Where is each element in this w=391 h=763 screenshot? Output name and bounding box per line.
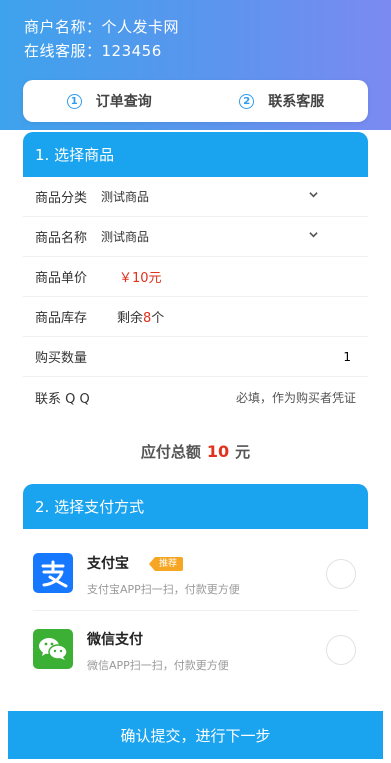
price-label: 商品单价 xyxy=(35,271,88,286)
wechat-desc: 微信APP扫一扫，付款更方便 xyxy=(87,659,229,672)
tab-order-query-label: 订单查询 xyxy=(95,94,152,110)
number-two-icon: 2 xyxy=(239,93,255,109)
chevron-down-icon xyxy=(309,192,318,198)
product-selection-card: 1. 选择商品 商品分类 测试商品 商品名称 测试商品 商品单价 ￥10元 商品… xyxy=(23,132,368,417)
total-amount: 应付总额 10 元 xyxy=(0,441,391,462)
section-title-product: 1. 选择商品 xyxy=(23,132,368,177)
category-select[interactable]: 商品分类 测试商品 xyxy=(23,177,368,217)
number-one-icon: 1 xyxy=(66,93,82,109)
qq-input-placeholder[interactable]: 必填，作为购买者凭证 xyxy=(236,389,356,406)
section-title-payment: 2. 选择支付方式 xyxy=(23,484,368,529)
submit-button[interactable]: 确认提交，进行下一步 xyxy=(8,711,383,759)
product-value: 测试商品 xyxy=(101,230,150,244)
alipay-radio[interactable] xyxy=(326,559,356,589)
payment-option-alipay[interactable]: 支付宝 推荐 支付宝APP扫一扫，付款更方便 xyxy=(33,535,358,611)
wechat-icon xyxy=(33,629,73,669)
stock-row: 商品库存 剩余8个 xyxy=(23,297,368,337)
price-row: 商品单价 ￥10元 xyxy=(23,257,368,297)
wechat-radio[interactable] xyxy=(326,635,356,665)
chevron-down-icon xyxy=(309,232,318,238)
stock-label: 商品库存 xyxy=(35,311,88,326)
alipay-desc: 支付宝APP扫一扫，付款更方便 xyxy=(87,583,240,596)
merchant-name: 商户名称：个人发卡网 xyxy=(24,18,180,36)
tab-order-query[interactable]: 1 订单查询 xyxy=(23,80,196,122)
quantity-field[interactable]: 购买数量 1 xyxy=(23,337,368,377)
qq-field[interactable]: 联系 Q Q 必填，作为购买者凭证 xyxy=(23,377,368,417)
alipay-icon xyxy=(33,553,73,593)
quantity-value[interactable]: 1 xyxy=(343,350,351,364)
category-label: 商品分类 xyxy=(35,191,88,206)
payment-method-card: 2. 选择支付方式 xyxy=(23,484,368,529)
top-tabs: 1 订单查询 2 联系客服 xyxy=(23,80,368,122)
tab-contact-service-label: 联系客服 xyxy=(268,94,325,110)
service-contact: 在线客服：123456 xyxy=(24,42,162,60)
product-label: 商品名称 xyxy=(35,231,88,246)
recommended-badge: 推荐 xyxy=(149,557,184,571)
tab-contact-service[interactable]: 2 联系客服 xyxy=(196,80,369,122)
total-unit: 元 xyxy=(235,443,251,461)
stock-value: 剩余8个 xyxy=(117,311,165,326)
product-select[interactable]: 商品名称 测试商品 xyxy=(23,217,368,257)
payment-option-wechat[interactable]: 微信支付 微信APP扫一扫，付款更方便 xyxy=(33,611,358,687)
wechat-name: 微信支付 xyxy=(87,632,143,648)
quantity-label: 购买数量 xyxy=(35,351,88,366)
category-value: 测试商品 xyxy=(101,190,150,204)
qq-label: 联系 Q Q xyxy=(35,391,90,407)
total-value: 10 xyxy=(206,442,230,461)
alipay-name: 支付宝 xyxy=(87,556,129,572)
total-label: 应付总额 xyxy=(140,443,201,461)
price-value: ￥10元 xyxy=(119,271,162,286)
